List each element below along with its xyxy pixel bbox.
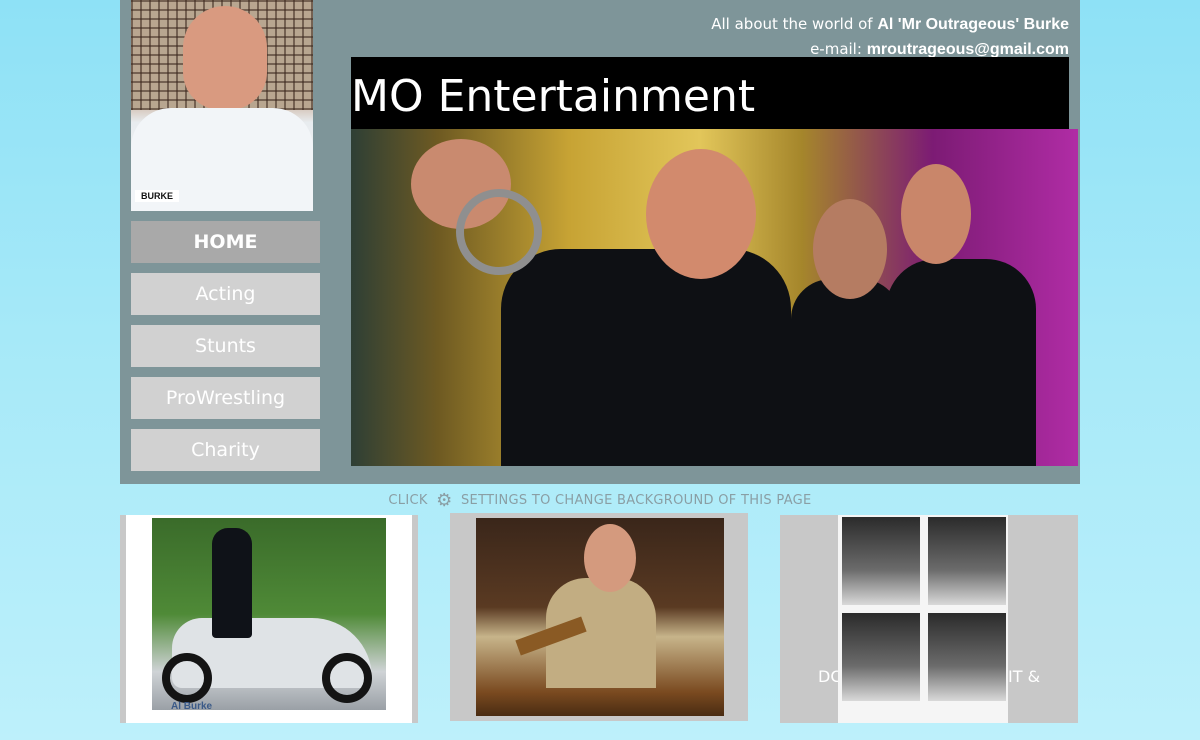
header-info: All about the world of Al 'Mr Outrageous… <box>711 12 1069 62</box>
settings-hint: CLICK ⚙ SETTINGS TO CHANGE BACKGROUND OF… <box>0 490 1200 511</box>
headshot-4 <box>928 613 1006 701</box>
motorcycle-photo <box>152 518 386 710</box>
gallery-card-judge[interactable] <box>450 513 748 721</box>
email-label: e-mail: <box>810 40 862 58</box>
gallery-card-motorcycle[interactable]: Al Burke <box>120 515 418 723</box>
settings-hint-before: CLICK <box>388 493 428 508</box>
site-header: BURKE HOME Acting Stunts ProWrestling Ch… <box>120 0 1080 484</box>
headshot-1 <box>842 517 920 605</box>
settings-hint-after: SETTINGS TO CHANGE BACKGROUND OF THIS PA… <box>461 493 812 508</box>
nav-item-prowrestling[interactable]: ProWrestling <box>131 377 320 419</box>
nav-item-acting[interactable]: Acting <box>131 273 320 315</box>
wheel-right <box>322 653 372 703</box>
hero-cop-main-head <box>646 149 756 279</box>
portrait-nametag: BURKE <box>135 190 179 202</box>
hero-cop-right <box>886 259 1036 466</box>
overlay-right: IT & <box>1008 667 1041 686</box>
portrait-face <box>183 6 267 110</box>
hero-cop-masked <box>791 279 901 466</box>
email-link[interactable]: mroutrageous@gmail.com <box>867 41 1069 58</box>
gear-icon[interactable]: ⚙ <box>436 490 452 511</box>
nav-item-charity[interactable]: Charity <box>131 429 320 471</box>
judge-head <box>584 524 636 592</box>
photo-caption: Al Burke <box>171 701 213 712</box>
nav-item-home[interactable]: HOME <box>131 221 320 263</box>
hero-cop-right-head <box>901 164 971 264</box>
hero-cop-main <box>501 249 791 466</box>
hero-cop-masked-head <box>813 199 887 299</box>
hero-handcuffs <box>456 189 542 275</box>
wheel-left <box>162 653 212 703</box>
headshot-3 <box>842 613 920 701</box>
photo-frame: Al Burke <box>126 515 412 723</box>
tagline-prefix: All about the world of <box>711 15 873 33</box>
rider-shape <box>212 528 252 638</box>
tagline-name: Al 'Mr Outrageous' Burke <box>877 16 1069 33</box>
judge-photo <box>476 518 724 716</box>
tagline: All about the world of Al 'Mr Outrageous… <box>711 12 1069 37</box>
profile-portrait: BURKE <box>131 0 313 211</box>
headshot-2 <box>928 517 1006 605</box>
hero-image <box>351 129 1078 466</box>
nav-item-stunts[interactable]: Stunts <box>131 325 320 367</box>
brand-title: MO Entertainment <box>351 71 756 122</box>
gallery-card-headshots[interactable]: DC IT & <box>780 515 1078 723</box>
main-nav: HOME Acting Stunts ProWrestling Charity <box>131 221 320 481</box>
headshots-photo <box>838 515 1008 723</box>
brand-title-bar: MO Entertainment <box>351 57 1069 129</box>
